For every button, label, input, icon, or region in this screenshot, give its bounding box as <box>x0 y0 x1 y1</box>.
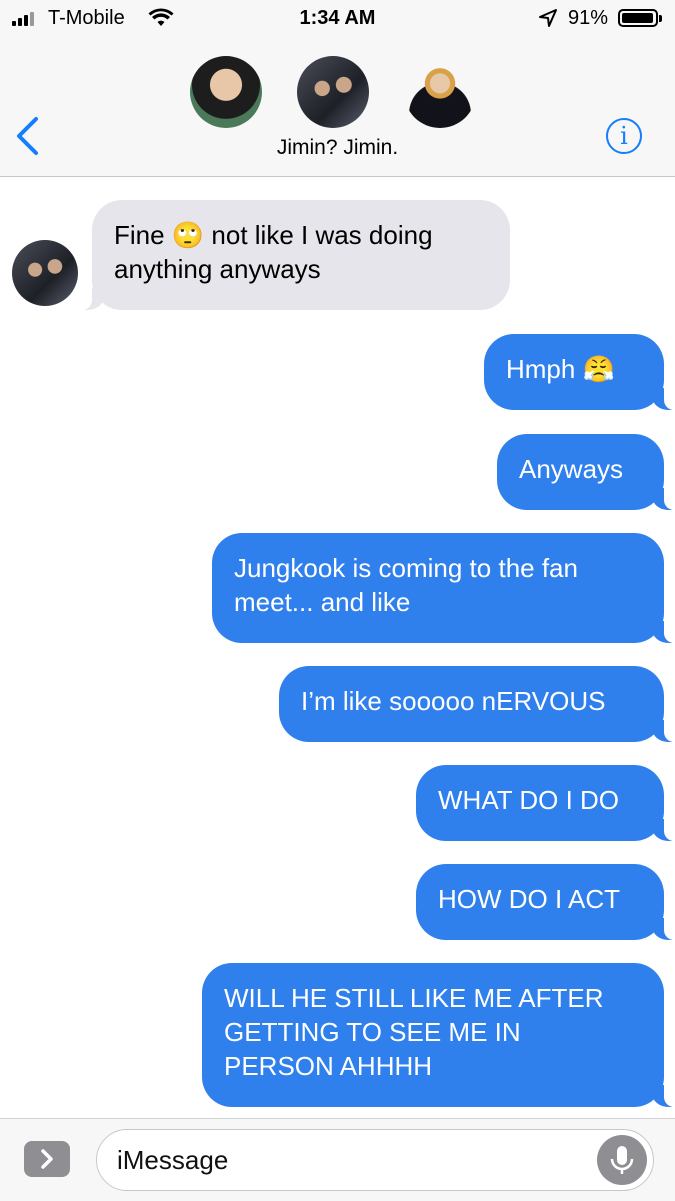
message-text: Anyways <box>519 454 624 484</box>
message-text: WILL HE STILL LIKE ME AFTER GETTING TO S… <box>224 983 604 1081</box>
message-bubble-outgoing[interactable]: WILL HE STILL LIKE ME AFTER GETTING TO S… <box>202 963 675 1107</box>
message-text: HOW DO I ACT <box>438 884 620 914</box>
status-bar: T-Mobile 1:34 AM 91% <box>0 0 675 40</box>
message-bubble-outgoing[interactable]: I’m like sooooo nERVOUS <box>279 666 675 742</box>
apps-button[interactable] <box>24 1141 70 1177</box>
composer-bar: iMessage <box>0 1118 675 1201</box>
avatar[interactable] <box>404 56 476 128</box>
message-bubble-incoming[interactable]: Fine 🙄 not like I was doing anything any… <box>78 200 510 310</box>
microphone-button[interactable] <box>597 1135 647 1185</box>
message-bubble-outgoing[interactable]: Anyways <box>497 434 675 510</box>
microphone-icon <box>597 1146 647 1189</box>
location-arrow-icon <box>538 8 558 34</box>
message-text: Fine 🙄 not like I was doing anything any… <box>114 220 433 284</box>
message-bubble-outgoing[interactable]: Jungkook is coming to the fan meet... an… <box>212 533 675 643</box>
message-input-placeholder: iMessage <box>117 1145 229 1175</box>
message-text: Jungkook is coming to the fan meet... an… <box>234 553 578 617</box>
battery-percent: 91% <box>568 7 609 29</box>
message-bubble-outgoing[interactable]: WHAT DO I DO <box>416 765 675 841</box>
battery-icon <box>618 9 662 27</box>
sender-avatar[interactable] <box>12 240 78 306</box>
chevron-right-icon <box>24 1149 70 1181</box>
conversation-header: Jimin? Jimin. i <box>0 40 675 177</box>
avatar[interactable] <box>190 56 262 128</box>
message-bubble-outgoing[interactable]: HOW DO I ACT <box>416 864 675 940</box>
message-input[interactable]: iMessage <box>96 1129 654 1191</box>
message-text: WHAT DO I DO <box>438 785 620 815</box>
info-button[interactable]: i <box>606 118 642 154</box>
message-bubble-outgoing[interactable]: Hmph 😤 <box>484 334 675 410</box>
avatar[interactable] <box>297 56 369 128</box>
info-icon: i <box>620 122 628 150</box>
message-text: I’m like sooooo nERVOUS <box>301 686 606 716</box>
message-text: Hmph 😤 <box>506 354 615 384</box>
group-name[interactable]: Jimin? Jimin. <box>0 136 675 160</box>
